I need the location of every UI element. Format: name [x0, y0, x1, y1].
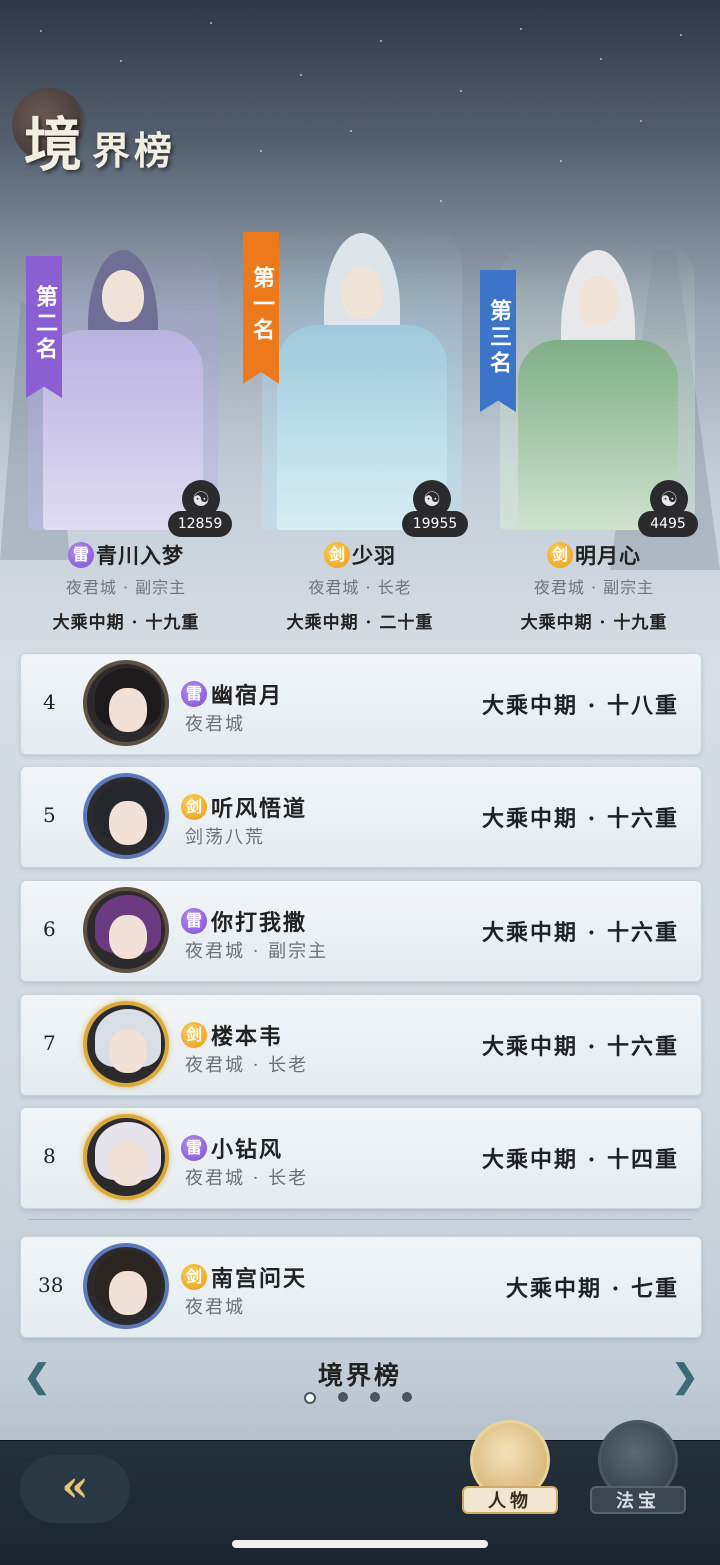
page-title-main: 境 [24, 111, 85, 179]
divider [28, 1219, 692, 1220]
player-level: 大乘中期 · 十六重 [482, 1034, 679, 1060]
player-sect: 夜君城 · 长老 [185, 1055, 309, 1076]
player-sect: 夜君城 · 长老 [308, 578, 412, 597]
rank-number: 4 [43, 690, 56, 714]
player-level: 大乘中期 · 七重 [506, 1276, 679, 1302]
rank-number: 8 [43, 1144, 56, 1168]
player-level: 大乘中期 · 十四重 [482, 1147, 679, 1173]
player-name: 你打我撒 [211, 910, 308, 936]
element-lei-icon: 雷 [181, 908, 207, 934]
rank-banner-third: 第三名 [480, 270, 516, 412]
avatar [83, 887, 169, 973]
player-name: 南宫问天 [211, 1266, 308, 1292]
player-sect: 夜君城 [185, 1297, 245, 1318]
player-sect: 夜君城 [185, 714, 245, 735]
score-badge: 12859 [168, 511, 232, 537]
avatar [83, 1114, 169, 1200]
rank-banner-second: 第二名 [26, 256, 62, 398]
avatar [83, 1001, 169, 1087]
ranking-row[interactable]: 5 剑听风悟道 剑荡八荒 大乘中期 · 十六重 [20, 766, 702, 868]
ranking-row[interactable]: 8 雷小钻风 夜君城 · 长老 大乘中期 · 十四重 [20, 1107, 702, 1209]
ranking-row[interactable]: 4 雷幽宿月 夜君城 大乘中期 · 十八重 [20, 653, 702, 755]
ranking-row[interactable]: 6 雷你打我撒 夜君城 · 副宗主 大乘中期 · 十六重 [20, 880, 702, 982]
player-level: 大乘中期 · 十六重 [482, 806, 679, 832]
player-name: 少羽 [352, 543, 396, 568]
element-jian-icon: 剑 [181, 794, 207, 820]
player-name: 楼本韦 [211, 1024, 284, 1050]
player-sect: 夜君城 · 副宗主 [185, 941, 329, 962]
player-level: 大乘中期 · 十六重 [482, 920, 679, 946]
tab-treasure-label: 法宝 [590, 1486, 686, 1514]
player-sect: 夜君城 · 副宗主 [533, 578, 655, 597]
rank-banner-first: 第一名 [243, 232, 279, 384]
element-jian-icon: 剑 [181, 1022, 207, 1048]
podium-info: 剑少羽 夜君城 · 长老 大乘中期 · 二十重 [240, 540, 480, 633]
rank-number: 7 [43, 1031, 56, 1055]
score-badge: 4495 [638, 511, 698, 537]
page-dot[interactable] [370, 1392, 380, 1402]
avatar [83, 660, 169, 746]
player-sect: 夜君城 · 副宗主 [65, 578, 187, 597]
player-name: 明月心 [575, 543, 641, 568]
avatar [83, 773, 169, 859]
player-name: 幽宿月 [211, 683, 284, 709]
player-name: 青川入梦 [96, 543, 184, 568]
rank-number: 5 [43, 803, 56, 827]
element-jian-icon: 剑 [547, 542, 573, 568]
player-name: 听风悟道 [211, 796, 308, 822]
tab-character[interactable]: 人物 [462, 1420, 558, 1518]
score-badge: 19955 [402, 511, 468, 537]
ranking-row[interactable]: 7 剑楼本韦 夜君城 · 长老 大乘中期 · 十六重 [20, 994, 702, 1096]
element-lei-icon: 雷 [181, 681, 207, 707]
page-dot-active[interactable] [304, 1392, 316, 1404]
page-title-rest: 界榜 [92, 128, 177, 173]
rank-number: 38 [38, 1273, 64, 1297]
page-dot[interactable] [338, 1392, 348, 1402]
back-arrow-icon[interactable]: « [20, 1455, 130, 1523]
tab-treasure[interactable]: 法宝 [590, 1420, 686, 1518]
home-indicator[interactable] [232, 1540, 488, 1548]
podium-info: 剑明月心 夜君城 · 副宗主 大乘中期 · 十九重 [474, 540, 714, 633]
player-level: 大乘中期 · 十九重 [520, 613, 668, 633]
page-indicator [304, 1392, 418, 1404]
element-jian-icon: 剑 [181, 1264, 207, 1290]
element-lei-icon: 雷 [181, 1135, 207, 1161]
board-title: 境界榜 [317, 1361, 402, 1390]
avatar [83, 1243, 169, 1329]
self-ranking-row[interactable]: 38 剑南宫问天 夜君城 大乘中期 · 七重 [20, 1236, 702, 1338]
player-sect: 剑荡八荒 [185, 827, 265, 848]
page-dot[interactable] [402, 1392, 412, 1402]
podium-info: 雷青川入梦 夜君城 · 副宗主 大乘中期 · 十九重 [6, 540, 246, 633]
rank-number: 6 [43, 917, 56, 941]
player-level: 大乘中期 · 十八重 [482, 693, 679, 719]
element-lei-icon: 雷 [68, 542, 94, 568]
element-jian-icon: 剑 [324, 542, 350, 568]
player-level: 大乘中期 · 十九重 [52, 613, 200, 633]
player-sect: 夜君城 · 长老 [185, 1168, 309, 1189]
player-level: 大乘中期 · 二十重 [286, 613, 434, 633]
tab-character-label: 人物 [462, 1486, 558, 1514]
player-name: 小钻风 [211, 1137, 284, 1163]
